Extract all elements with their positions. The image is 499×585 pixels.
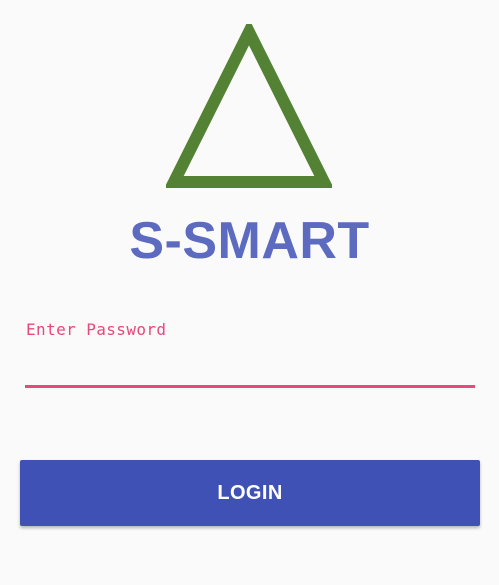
password-underline: [25, 385, 475, 388]
password-label: Enter Password: [26, 320, 167, 339]
login-button[interactable]: LOGIN: [20, 460, 480, 526]
triangle-logo-icon: [166, 24, 332, 188]
password-input[interactable]: [25, 346, 475, 382]
login-screen: S-SMART Enter Password LOGIN: [0, 0, 499, 585]
app-title: S-SMART: [129, 212, 370, 270]
